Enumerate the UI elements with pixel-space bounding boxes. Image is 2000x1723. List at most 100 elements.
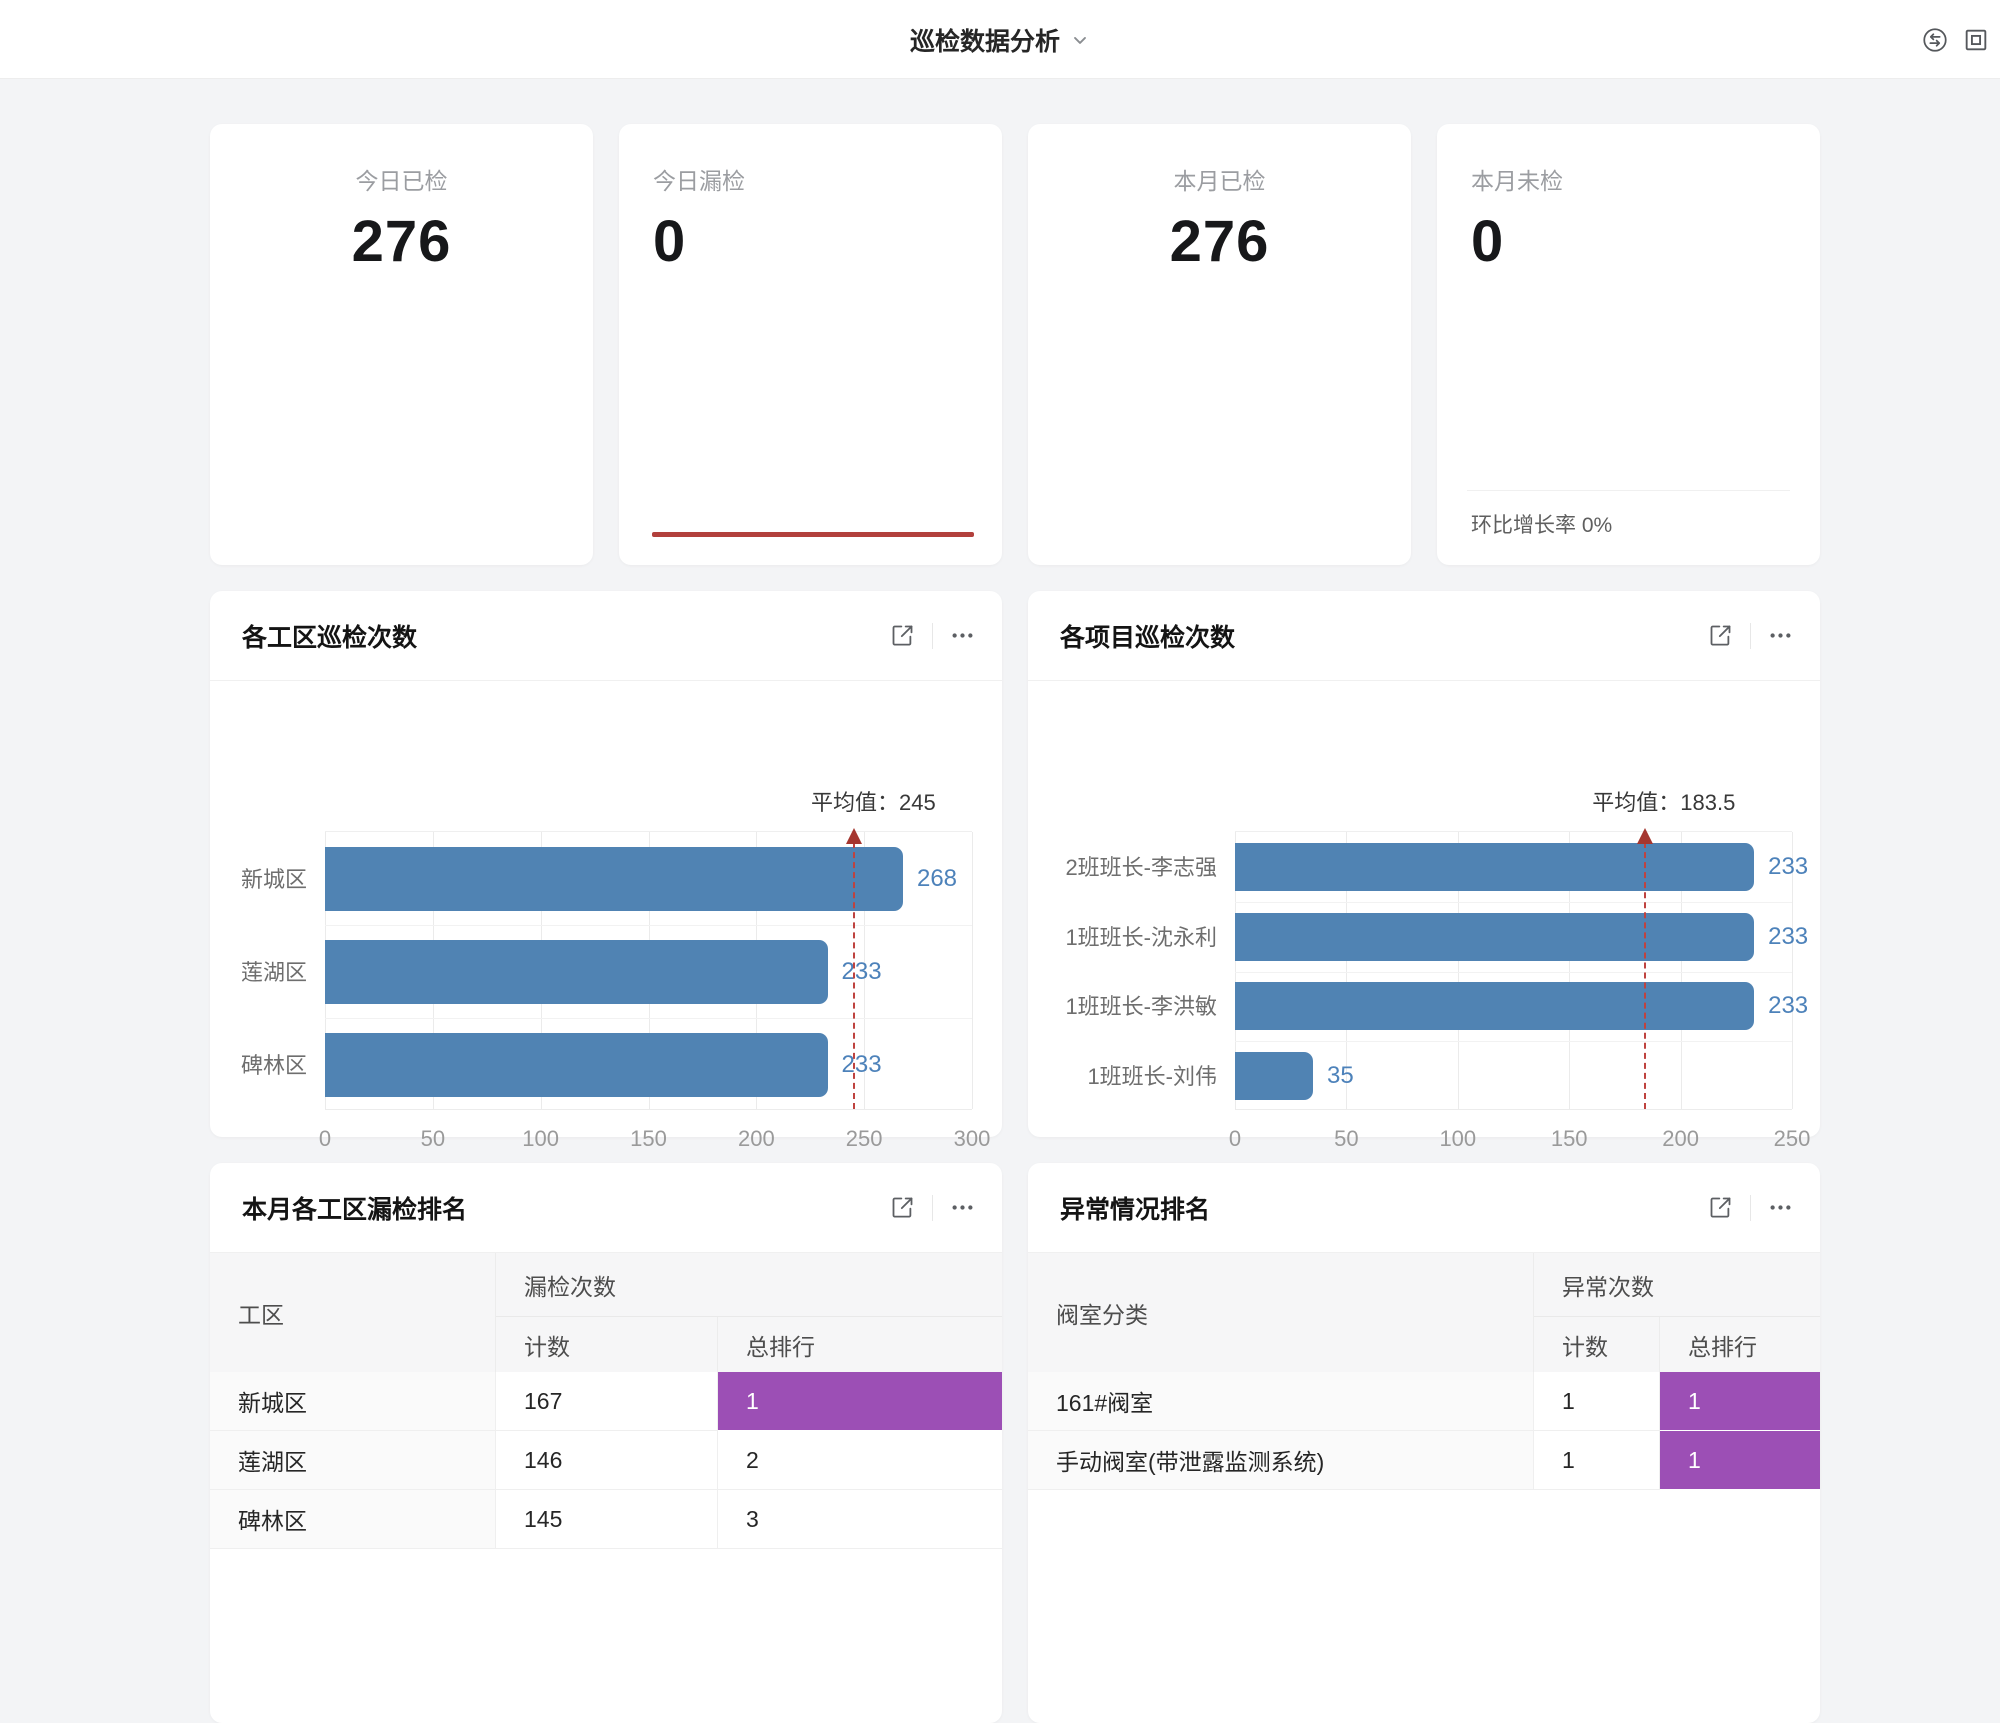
category-label: 1班班长-李洪敏 — [1028, 971, 1217, 1041]
chart-body: 2班班长-李志强1班班长-沈永利1班班长-李洪敏1班班长-刘伟233233233… — [1028, 681, 1820, 1137]
stat-card-value: 0 — [653, 208, 1002, 275]
bar[interactable] — [325, 940, 828, 1004]
page-title: 巡检数据分析 — [910, 22, 1060, 58]
category-label: 新城区 — [210, 831, 307, 924]
cell-count: 1 — [1534, 1431, 1660, 1490]
stat-divider — [1467, 490, 1790, 491]
bar[interactable] — [1235, 982, 1754, 1030]
x-tick-label: 50 — [393, 1126, 473, 1152]
category-label: 碑林区 — [210, 1017, 307, 1110]
grid-line — [972, 832, 973, 1109]
stat-footer: 环比增长率 0% — [1471, 509, 1612, 539]
x-tick-label: 50 — [1306, 1126, 1386, 1152]
frame-icon[interactable] — [1962, 26, 1990, 54]
x-tick-label: 0 — [285, 1126, 365, 1152]
sub-header-cell-rank: 总排行 — [718, 1317, 1002, 1372]
stat-card-label: 本月未检 — [1471, 162, 1820, 196]
x-tick-label: 150 — [1529, 1126, 1609, 1152]
x-tick-label: 200 — [716, 1126, 796, 1152]
open-in-new-icon[interactable] — [1707, 622, 1734, 649]
average-arrow-icon — [1637, 828, 1653, 844]
title-dropdown[interactable]: 巡检数据分析 — [0, 0, 2000, 79]
ellipsis-icon[interactable] — [949, 622, 976, 649]
category-label: 莲湖区 — [210, 924, 307, 1017]
card-title: 本月各工区漏检排名 — [242, 1190, 467, 1226]
category-label: 1班班长-沈永利 — [1028, 901, 1217, 971]
chart-card: 各项目巡检次数2班班长-李志强1班班长-沈永利1班班长-李洪敏1班班长-刘伟23… — [1028, 591, 1820, 1137]
x-tick-label: 150 — [609, 1126, 689, 1152]
bar-value-label: 233 — [1768, 923, 1808, 951]
band-separator-line — [1235, 972, 1792, 973]
stat-accent-underline — [652, 532, 974, 537]
row-header-cell: 工区 — [210, 1253, 496, 1372]
bar[interactable] — [1235, 1052, 1313, 1100]
cell-rank: 2 — [718, 1431, 1002, 1490]
cell-rank: 1 — [1660, 1372, 1820, 1431]
card-header: 各项目巡检次数 — [1028, 591, 1820, 681]
card-header: 异常情况排名 — [1028, 1163, 1820, 1253]
cell-count: 1 — [1534, 1372, 1660, 1431]
card-header: 本月各工区漏检排名 — [210, 1163, 1002, 1253]
dashboard-content: 今日已检276 今日漏检 0 本月已检276 本月未检 0 环比增长率 0% 各工区巡检次数… — [210, 124, 1820, 1723]
bar-value-label: 233 — [842, 1051, 882, 1079]
card-title: 异常情况排名 — [1060, 1190, 1210, 1226]
band-separator-line — [325, 925, 972, 926]
actions-divider — [1750, 1195, 1751, 1221]
sub-header-cell-rank: 总排行 — [1660, 1317, 1820, 1372]
bar[interactable] — [1235, 843, 1754, 891]
stat-card-row: 今日已检276 今日漏检 0 本月已检276 本月未检 0 环比增长率 0% — [210, 124, 1820, 565]
open-in-new-icon[interactable] — [889, 1194, 916, 1221]
chart-body: 新城区莲湖区碑林区268233233050100150200250300平均值：… — [210, 681, 1002, 1137]
table-card-row: 本月各工区漏检排名工区漏检次数计数总排行新城区1671莲湖区1462碑林区145… — [210, 1163, 1820, 1723]
ellipsis-icon[interactable] — [949, 1194, 976, 1221]
table-card: 异常情况排名阀室分类异常次数计数总排行161#阀室11手动阀室(带泄露监测系统)… — [1028, 1163, 1820, 1723]
average-arrow-icon — [846, 828, 862, 844]
card-actions — [1707, 1194, 1794, 1221]
bar-value-label: 35 — [1327, 1062, 1354, 1090]
ellipsis-icon[interactable] — [1767, 622, 1794, 649]
cell-rank: 1 — [718, 1372, 1002, 1431]
cell-count: 145 — [496, 1490, 718, 1549]
cell-name: 碑林区 — [210, 1490, 496, 1549]
x-tick-label: 100 — [501, 1126, 581, 1152]
bar[interactable] — [325, 847, 903, 911]
card-actions — [889, 1194, 976, 1221]
sub-header-cell-count: 计数 — [496, 1317, 718, 1372]
bar-value-label: 268 — [917, 865, 957, 893]
table-card: 本月各工区漏检排名工区漏检次数计数总排行新城区1671莲湖区1462碑林区145… — [210, 1163, 1002, 1723]
cell-name: 新城区 — [210, 1372, 496, 1431]
category-label: 1班班长-刘伟 — [1028, 1040, 1217, 1110]
x-tick-label: 250 — [824, 1126, 904, 1152]
ellipsis-icon[interactable] — [1767, 1194, 1794, 1221]
cell-count: 146 — [496, 1431, 718, 1490]
stat-card-value: 0 — [1471, 208, 1820, 275]
topbar-actions — [1921, 0, 1990, 79]
sub-header-cell-count: 计数 — [1534, 1317, 1660, 1372]
stat-card: 本月未检 0 环比增长率 0% — [1437, 124, 1820, 565]
bar[interactable] — [325, 1033, 828, 1097]
swap-circle-icon[interactable] — [1921, 26, 1949, 54]
stat-card: 今日已检276 — [210, 124, 593, 565]
average-value-label: 平均值：183.5 — [1554, 785, 1774, 817]
card-actions — [889, 622, 976, 649]
card-title: 各项目巡检次数 — [1060, 618, 1235, 654]
stat-card-value: 276 — [210, 208, 593, 275]
stat-card-label: 今日漏检 — [653, 162, 1002, 196]
cell-name: 莲湖区 — [210, 1431, 496, 1490]
open-in-new-icon[interactable] — [889, 622, 916, 649]
card-actions — [1707, 622, 1794, 649]
x-tick-label: 100 — [1418, 1126, 1498, 1152]
card-title: 各工区巡检次数 — [242, 618, 417, 654]
page-header: 巡检数据分析 — [0, 0, 2000, 79]
cell-name: 手动阀室(带泄露监测系统) — [1028, 1431, 1534, 1490]
group-header-cell: 异常次数 — [1534, 1253, 1820, 1317]
open-in-new-icon[interactable] — [1707, 1194, 1734, 1221]
bar-value-label: 233 — [1768, 853, 1808, 881]
bar-value-label: 233 — [842, 958, 882, 986]
x-tick-label: 0 — [1195, 1126, 1275, 1152]
stat-card: 本月已检276 — [1028, 124, 1411, 565]
actions-divider — [932, 623, 933, 649]
stat-card-value: 276 — [1028, 208, 1411, 275]
bar[interactable] — [1235, 913, 1754, 961]
stat-card: 今日漏检 0 — [619, 124, 1002, 565]
